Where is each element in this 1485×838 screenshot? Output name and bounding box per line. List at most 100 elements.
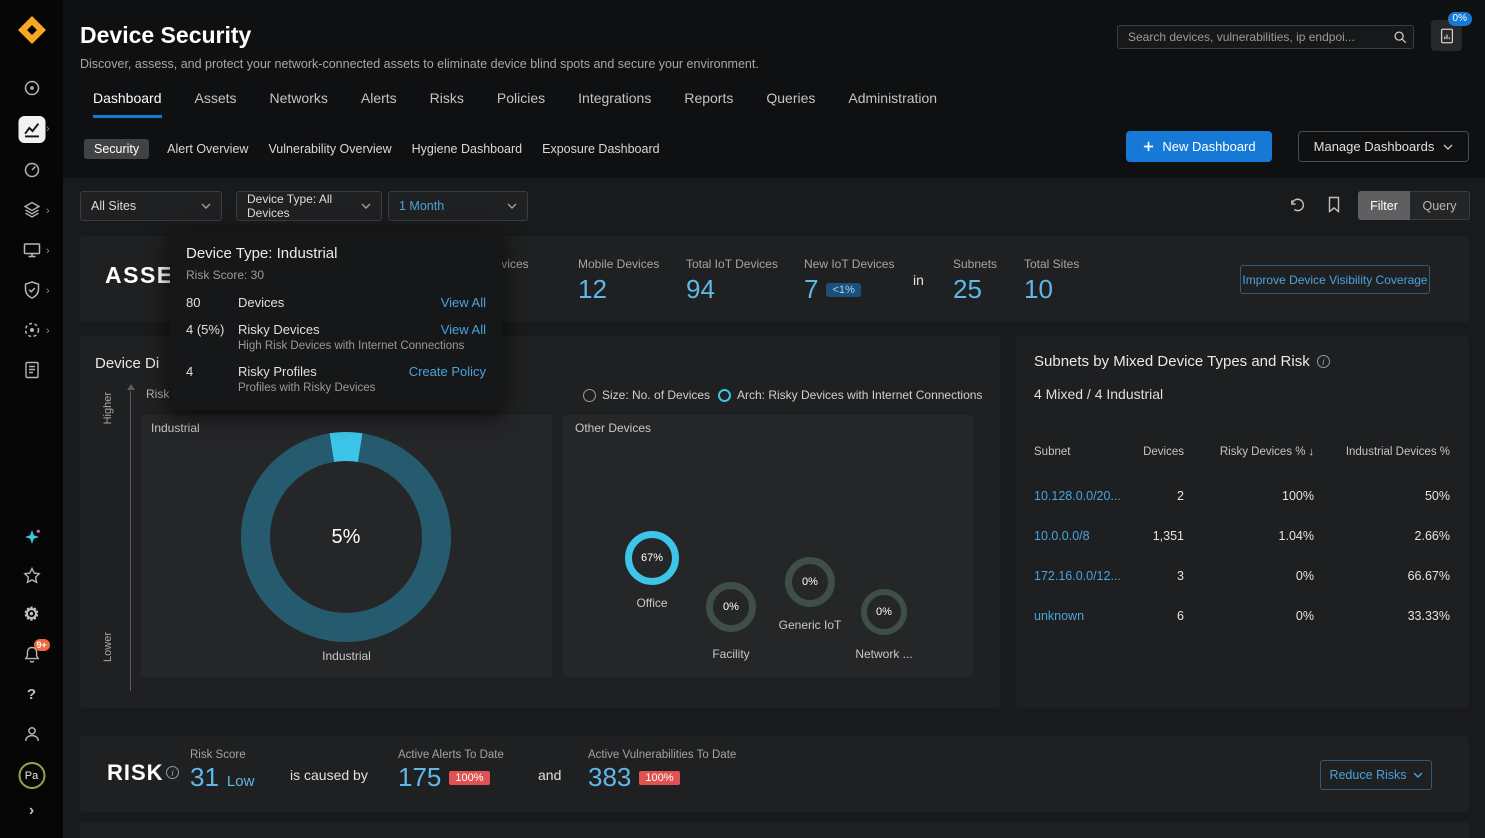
filter-toggle-button[interactable]: Filter: [1358, 191, 1410, 220]
bookmark-icon[interactable]: [1327, 196, 1341, 213]
subnet-link[interactable]: 10.0.0.0/8: [1034, 529, 1134, 543]
in-label: in: [913, 272, 924, 288]
stat-value[interactable]: 10: [1024, 274, 1053, 305]
col-risky-devices[interactable]: Risky Devices %: [1184, 446, 1314, 458]
industrial-panel-header: Industrial: [151, 421, 200, 435]
chevron-right-icon[interactable]: ›: [46, 285, 50, 297]
radio-size-devices[interactable]: [583, 389, 596, 402]
stat-value[interactable]: 7: [804, 274, 818, 305]
radio-arch-risky-devices[interactable]: [718, 389, 731, 402]
stat-value[interactable]: 12: [578, 274, 607, 305]
search-icon: [1393, 30, 1407, 44]
bubble-generic-iot[interactable]: 0%: [785, 557, 835, 607]
tab-alerts[interactable]: Alerts: [361, 90, 397, 118]
new-dashboard-button[interactable]: New Dashboard: [1126, 131, 1272, 162]
radio-arch-risky-devices-label[interactable]: Arch: Risky Devices with Internet Connec…: [737, 388, 982, 402]
settings-gear-icon[interactable]: ⚙: [23, 604, 39, 625]
device-type-select[interactable]: Device Type: All Devices: [236, 191, 382, 221]
report-icon: [1438, 27, 1456, 45]
chevron-right-icon[interactable]: ›: [46, 205, 50, 217]
notifications-bell-icon[interactable]: 9+: [22, 645, 42, 665]
popover-label: Devices: [238, 295, 441, 310]
stat-value[interactable]: 94: [686, 274, 715, 305]
subtab-security[interactable]: Security: [84, 139, 149, 159]
col-industrial-devices[interactable]: Industrial Devices %: [1314, 446, 1450, 458]
risk-card-title: RISK: [107, 760, 164, 786]
subtab-alert-overview[interactable]: Alert Overview: [165, 139, 250, 159]
devices-count: 2: [1134, 489, 1184, 503]
subtab-exposure-dashboard[interactable]: Exposure Dashboard: [540, 139, 661, 159]
subnet-link[interactable]: 10.128.0.0/20...: [1034, 489, 1134, 503]
subnet-link[interactable]: 172.16.0.0/12...: [1034, 569, 1134, 583]
info-icon[interactable]: i: [1317, 355, 1330, 368]
devices-icon[interactable]: [22, 240, 42, 260]
user-icon[interactable]: [22, 724, 42, 744]
view-all-link[interactable]: View All: [441, 322, 486, 337]
tab-reports[interactable]: Reports: [684, 90, 733, 118]
chevron-down-icon: [201, 203, 211, 209]
industrial-donut-ring[interactable]: 5%: [241, 432, 451, 642]
search-input[interactable]: [1117, 25, 1414, 49]
reports-icon[interactable]: [22, 360, 42, 380]
risky-percent: 0%: [1184, 569, 1314, 583]
gauge-icon[interactable]: [22, 160, 42, 180]
col-subnet[interactable]: Subnet: [1034, 446, 1134, 458]
tab-dashboard[interactable]: Dashboard: [93, 90, 162, 118]
security-shield-icon[interactable]: [22, 280, 42, 300]
bubble-facility[interactable]: 0%: [706, 582, 756, 632]
radio-size-devices-label[interactable]: Size: No. of Devices: [602, 388, 710, 402]
sites-select[interactable]: All Sites: [80, 191, 222, 221]
ai-sparkle-icon[interactable]: [23, 528, 41, 546]
active-vulnerabilities-value[interactable]: 383: [588, 762, 631, 793]
improve-visibility-coverage-button[interactable]: Improve Device Visibility Coverage: [1240, 265, 1430, 294]
refresh-history-icon[interactable]: [1289, 197, 1306, 214]
industrial-panel: Industrial 5% Industrial: [141, 415, 552, 677]
avatar[interactable]: Pa: [18, 762, 45, 789]
industrial-donut-label: Industrial: [141, 649, 552, 663]
active-alerts-value[interactable]: 175: [398, 762, 441, 793]
page-title: Device Security: [80, 22, 251, 49]
tab-assets[interactable]: Assets: [195, 90, 237, 118]
chevron-down-icon: [1443, 144, 1453, 150]
dashboards-icon[interactable]: [18, 116, 45, 143]
tab-queries[interactable]: Queries: [766, 90, 815, 118]
risky-percent: 1.04%: [1184, 529, 1314, 543]
subtab-vulnerability-overview[interactable]: Vulnerability Overview: [266, 139, 393, 159]
tab-networks[interactable]: Networks: [270, 90, 328, 118]
create-policy-link[interactable]: Create Policy: [409, 364, 486, 379]
favorites-star-icon[interactable]: [22, 566, 42, 586]
chevron-right-icon[interactable]: ›: [46, 325, 50, 337]
chevron-right-icon[interactable]: ›: [46, 123, 50, 135]
time-range-select[interactable]: 1 Month: [388, 191, 528, 221]
other-devices-panel-header: Other Devices: [575, 421, 651, 435]
tab-risks[interactable]: Risks: [430, 90, 464, 118]
y-axis-higher-label: Higher: [102, 392, 114, 424]
subnets-table: Subnet Devices Risky Devices % Industria…: [1034, 440, 1450, 636]
bubble-office[interactable]: 67%: [625, 531, 679, 585]
col-devices[interactable]: Devices: [1134, 446, 1184, 458]
subnet-link[interactable]: unknown: [1034, 609, 1134, 623]
integrations-icon[interactable]: [22, 320, 42, 340]
manage-dashboards-button[interactable]: Manage Dashboards: [1298, 131, 1469, 162]
scan-icon[interactable]: [22, 78, 42, 98]
assets-stack-icon[interactable]: [22, 200, 42, 220]
chevron-down-icon: [361, 203, 371, 209]
subtab-hygiene-dashboard[interactable]: Hygiene Dashboard: [410, 139, 525, 159]
stat-value[interactable]: 25: [953, 274, 982, 305]
tab-administration[interactable]: Administration: [848, 90, 937, 118]
risk-score-group: Risk Score 31 Low: [190, 749, 254, 793]
query-toggle-button[interactable]: Query: [1410, 191, 1470, 220]
reduce-risks-button[interactable]: Reduce Risks: [1320, 760, 1432, 790]
time-range-select-value: 1 Month: [399, 199, 444, 213]
stat-label: New IoT Devices: [804, 257, 894, 271]
collapse-chevron-icon[interactable]: ›: [29, 802, 34, 820]
report-button[interactable]: 0%: [1431, 20, 1462, 51]
tab-policies[interactable]: Policies: [497, 90, 545, 118]
bubble-network[interactable]: 0%: [861, 589, 907, 635]
chevron-right-icon[interactable]: ›: [46, 245, 50, 257]
view-all-link[interactable]: View All: [441, 295, 486, 310]
tab-integrations[interactable]: Integrations: [578, 90, 651, 118]
app-logo[interactable]: [16, 14, 48, 46]
info-icon[interactable]: i: [166, 766, 179, 779]
help-icon[interactable]: ?: [27, 686, 36, 703]
